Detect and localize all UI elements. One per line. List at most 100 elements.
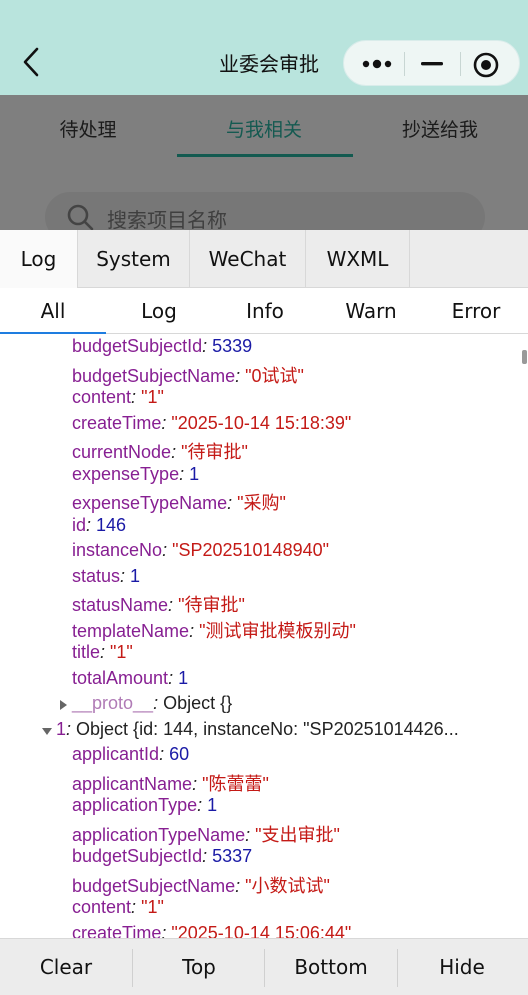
capsule-divider bbox=[460, 52, 461, 76]
log-key: createTime bbox=[72, 922, 162, 939]
vconsole-tab-log[interactable]: Log bbox=[0, 230, 78, 288]
tab-related-to-me[interactable]: 与我相关 bbox=[176, 115, 352, 142]
log-key: id bbox=[72, 514, 87, 535]
log-colon: : bbox=[86, 514, 97, 535]
log-value: "SP202510148940" bbox=[172, 540, 329, 560]
scrollbar[interactable] bbox=[522, 350, 527, 364]
log-value: 5339 bbox=[212, 336, 253, 356]
page-content-dimmed: 待处理 与我相关 抄送给我 搜索项目名称 bbox=[0, 95, 528, 242]
log-value: 1 bbox=[189, 463, 200, 484]
log-colon: : bbox=[235, 365, 246, 386]
top-button[interactable]: Top bbox=[133, 939, 265, 995]
log-line: status: 1 bbox=[72, 566, 140, 591]
log-colon: : bbox=[100, 642, 111, 662]
log-key: applicantName bbox=[72, 773, 193, 794]
log-line: __proto__: Object {} bbox=[72, 693, 232, 718]
log-key: totalAmount bbox=[72, 667, 169, 688]
log-line: templateName: "测试审批模板别动" bbox=[72, 617, 356, 642]
log-colon: : bbox=[131, 897, 142, 917]
log-colon: : bbox=[179, 463, 190, 484]
tab-cc-to-me[interactable]: 抄送给我 bbox=[352, 115, 528, 142]
filter-log[interactable]: Log bbox=[106, 288, 212, 334]
active-tab-indicator bbox=[177, 154, 353, 157]
log-line: content: "1" bbox=[72, 387, 164, 412]
log-value: "2025-10-14 15:18:39" bbox=[171, 412, 352, 433]
log-line: totalAmount: 1 bbox=[72, 668, 188, 693]
log-output[interactable]: budgetSubjectId: 5339 budgetSubjectName: … bbox=[0, 335, 528, 938]
log-value: 1 bbox=[178, 667, 189, 688]
log-line: applicationType: 1 bbox=[72, 795, 217, 820]
log-key: budgetSubjectName bbox=[72, 875, 236, 896]
log-colon: : bbox=[189, 620, 200, 641]
log-value: 1 bbox=[130, 565, 141, 586]
collapse-arrow-icon[interactable] bbox=[42, 727, 52, 735]
log-value: "支出审批" bbox=[255, 824, 340, 845]
log-colon: : bbox=[245, 824, 256, 845]
filter-error[interactable]: Error bbox=[424, 288, 528, 334]
log-value: "待审批" bbox=[181, 442, 248, 462]
vconsole-tab-wechat[interactable]: WeChat bbox=[190, 230, 306, 288]
log-line: budgetSubjectName: "小数试试" bbox=[72, 872, 330, 897]
log-value: 146 bbox=[96, 514, 127, 535]
log-key: applicationTypeName bbox=[72, 824, 246, 845]
log-colon: : bbox=[159, 744, 170, 764]
log-key: createTime bbox=[72, 412, 162, 433]
search-icon bbox=[67, 204, 94, 231]
filter-all[interactable]: All bbox=[0, 288, 106, 334]
log-value: Object {id: 144, instanceNo: "SP20251014… bbox=[76, 718, 459, 739]
log-value: "2025-10-14 15:06:44" bbox=[171, 922, 352, 939]
bottom-button[interactable]: Bottom bbox=[265, 939, 397, 995]
log-colon: : bbox=[202, 846, 213, 866]
log-line: statusName: "待审批" bbox=[72, 591, 245, 616]
log-value: "采购" bbox=[237, 493, 286, 513]
search-placeholder: 搜索项目名称 bbox=[107, 208, 227, 232]
log-colon: : bbox=[120, 565, 131, 586]
tab-pending[interactable]: 待处理 bbox=[0, 115, 176, 142]
log-colon: : bbox=[161, 922, 172, 939]
vconsole-panel: Log System WeChat WXML All Log Info Warn… bbox=[0, 230, 528, 995]
log-value: Object {} bbox=[163, 693, 233, 713]
log-value: 5337 bbox=[212, 846, 253, 866]
log-colon: : bbox=[162, 540, 173, 560]
log-key: content bbox=[72, 897, 132, 917]
log-value: "1" bbox=[110, 642, 133, 662]
log-key: budgetSubjectName bbox=[72, 365, 236, 386]
log-value: "待审批" bbox=[178, 595, 245, 615]
approval-tabs: 待处理 与我相关 抄送给我 bbox=[0, 95, 528, 157]
log-key: applicationType bbox=[72, 795, 198, 815]
vconsole-footer: Clear Top Bottom Hide bbox=[0, 938, 528, 995]
vconsole-tab-wxml[interactable]: WXML bbox=[306, 230, 410, 288]
filter-info[interactable]: Info bbox=[212, 288, 318, 334]
more-icon[interactable] bbox=[360, 53, 394, 75]
log-colon: : bbox=[131, 387, 142, 407]
log-colon: : bbox=[235, 875, 246, 896]
log-line: budgetSubjectId: 5337 bbox=[72, 846, 252, 871]
log-value: "0试试" bbox=[245, 365, 304, 386]
log-key: budgetSubjectId bbox=[72, 846, 203, 866]
log-line: id: 146 bbox=[72, 515, 126, 540]
log-line: expenseType: 1 bbox=[72, 464, 199, 489]
expand-arrow-icon[interactable] bbox=[60, 700, 67, 710]
log-colon: : bbox=[202, 336, 213, 356]
log-line: applicationTypeName: "支出审批" bbox=[72, 821, 340, 846]
log-line: createTime: "2025-10-14 15:06:44" bbox=[72, 923, 351, 939]
log-line: applicantId: 60 bbox=[72, 744, 189, 769]
hide-button[interactable]: Hide bbox=[396, 939, 528, 995]
log-colon: : bbox=[168, 667, 179, 688]
log-key: expenseType bbox=[72, 463, 180, 484]
close-record-icon[interactable] bbox=[471, 50, 501, 80]
vconsole-tabs: Log System WeChat WXML bbox=[0, 230, 528, 288]
log-key: instanceNo bbox=[72, 540, 163, 560]
filter-warn[interactable]: Warn bbox=[318, 288, 424, 334]
clear-button[interactable]: Clear bbox=[0, 939, 132, 995]
log-colon: : bbox=[192, 773, 203, 794]
log-value: "1" bbox=[141, 897, 164, 917]
vconsole-tab-system[interactable]: System bbox=[78, 230, 190, 288]
log-line: content: "1" bbox=[72, 897, 164, 922]
log-line: budgetSubjectName: "0试试" bbox=[72, 362, 304, 387]
minimize-icon[interactable] bbox=[419, 53, 445, 75]
log-line: currentNode: "待审批" bbox=[72, 438, 248, 463]
navigation-bar: 业委会审批 bbox=[0, 0, 528, 95]
capsule-divider bbox=[404, 52, 405, 76]
log-line: 1: Object {id: 144, instanceNo: "SP20251… bbox=[56, 719, 459, 744]
